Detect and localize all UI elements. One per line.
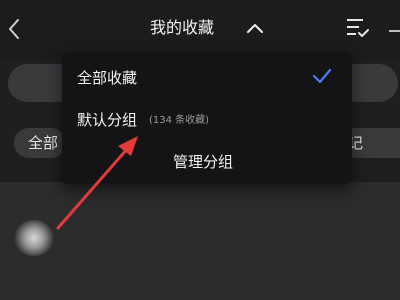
annotation-arrow [56,136,138,230]
